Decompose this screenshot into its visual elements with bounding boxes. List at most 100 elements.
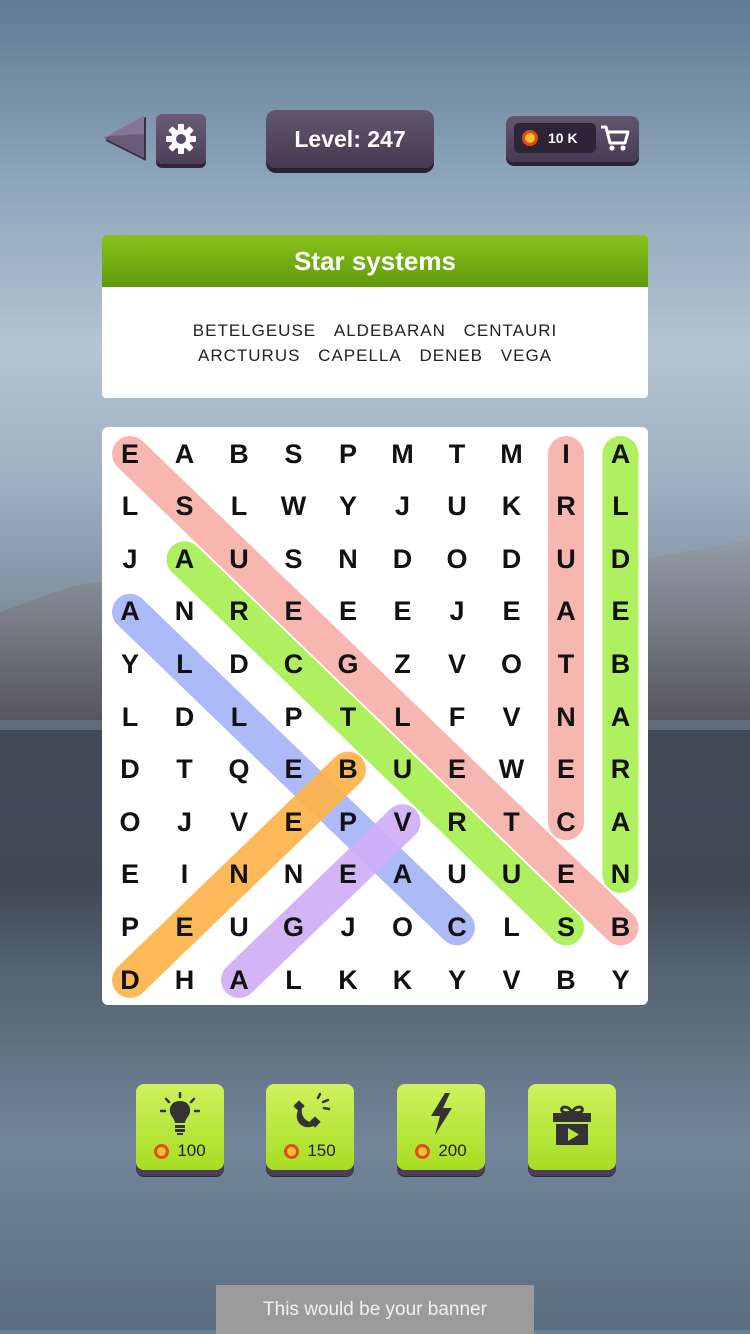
grid-cell[interactable]: E (539, 849, 593, 901)
grid-cell[interactable]: A (594, 691, 648, 743)
grid-cell[interactable]: F (430, 691, 484, 743)
grid-cell[interactable]: T (158, 744, 212, 796)
grid-cell[interactable]: S (539, 901, 593, 953)
grid-cell[interactable]: V (376, 796, 430, 848)
grid-cell[interactable]: Y (103, 638, 157, 690)
grid-cell[interactable]: J (376, 481, 430, 533)
grid-cell[interactable]: N (321, 533, 375, 585)
grid-cell[interactable]: S (267, 533, 321, 585)
grid-cell[interactable]: E (376, 586, 430, 638)
grid-cell[interactable]: Z (376, 638, 430, 690)
grid-cell[interactable]: T (539, 638, 593, 690)
grid-cell[interactable]: V (485, 954, 539, 1006)
grid-cell[interactable]: Q (212, 744, 266, 796)
grid-cell[interactable]: P (103, 901, 157, 953)
grid-cell[interactable]: Y (594, 954, 648, 1006)
grid-cell[interactable]: P (321, 428, 375, 480)
grid-cell[interactable]: B (321, 744, 375, 796)
grid-cell[interactable]: D (594, 533, 648, 585)
grid-cell[interactable]: J (430, 586, 484, 638)
grid-cell[interactable]: L (594, 481, 648, 533)
grid-cell[interactable]: B (539, 954, 593, 1006)
grid-cell[interactable]: C (267, 638, 321, 690)
grid-cell[interactable]: L (103, 481, 157, 533)
grid-cell[interactable]: H (158, 954, 212, 1006)
grid-cell[interactable]: S (158, 481, 212, 533)
grid-cell[interactable]: V (212, 796, 266, 848)
hint-button[interactable]: 100 (136, 1084, 224, 1170)
grid-cell[interactable]: A (594, 428, 648, 480)
grid-cell[interactable]: U (539, 533, 593, 585)
grid-cell[interactable]: C (539, 796, 593, 848)
grid-cell[interactable]: D (103, 744, 157, 796)
grid-cell[interactable]: R (539, 481, 593, 533)
grid-cell[interactable]: N (158, 586, 212, 638)
grid-cell[interactable]: P (267, 691, 321, 743)
grid-cell[interactable]: E (103, 428, 157, 480)
grid-cell[interactable]: M (376, 428, 430, 480)
grid-cell[interactable]: E (103, 849, 157, 901)
grid-cell[interactable]: J (321, 901, 375, 953)
grid-cell[interactable]: R (430, 796, 484, 848)
grid-cell[interactable]: A (594, 796, 648, 848)
grid-cell[interactable]: U (485, 849, 539, 901)
grid-cell[interactable]: N (267, 849, 321, 901)
letter-grid[interactable]: EABSPMTMIALSLWYJUKRLJAUSNDODUDANREEEJEAE… (102, 427, 648, 1005)
grid-cell[interactable]: J (158, 796, 212, 848)
grid-cell[interactable]: W (267, 481, 321, 533)
grid-cell[interactable]: O (103, 796, 157, 848)
grid-cell[interactable]: L (212, 481, 266, 533)
grid-cell[interactable]: G (321, 638, 375, 690)
grid-cell[interactable]: R (594, 744, 648, 796)
grid-cell[interactable]: E (594, 586, 648, 638)
grid-cell[interactable]: N (212, 849, 266, 901)
grid-cell[interactable]: I (539, 428, 593, 480)
grid-cell[interactable]: W (485, 744, 539, 796)
grid-cell[interactable]: O (376, 901, 430, 953)
grid-cell[interactable]: K (376, 954, 430, 1006)
coins-counter[interactable]: 10 K (506, 116, 639, 162)
grid-cell[interactable]: S (267, 428, 321, 480)
grid-cell[interactable]: B (594, 901, 648, 953)
grid-cell[interactable]: P (321, 796, 375, 848)
grid-cell[interactable]: E (321, 586, 375, 638)
grid-cell[interactable]: L (158, 638, 212, 690)
grid-cell[interactable]: O (485, 638, 539, 690)
gift-video-button[interactable] (528, 1084, 616, 1170)
grid-cell[interactable]: K (485, 481, 539, 533)
grid-cell[interactable]: Y (430, 954, 484, 1006)
grid-cell[interactable]: J (103, 533, 157, 585)
grid-cell[interactable]: B (212, 428, 266, 480)
grid-cell[interactable]: D (158, 691, 212, 743)
grid-cell[interactable]: C (430, 901, 484, 953)
grid-cell[interactable]: U (430, 481, 484, 533)
grid-cell[interactable]: L (485, 901, 539, 953)
grid-cell[interactable]: U (212, 901, 266, 953)
grid-cell[interactable]: N (539, 691, 593, 743)
grid-cell[interactable]: T (485, 796, 539, 848)
grid-cell[interactable]: A (158, 533, 212, 585)
grid-cell[interactable]: U (376, 744, 430, 796)
grid-cell[interactable]: E (321, 849, 375, 901)
settings-button[interactable] (156, 114, 206, 164)
cart-icon[interactable] (599, 123, 631, 153)
grid-cell[interactable]: D (485, 533, 539, 585)
grid-cell[interactable]: K (321, 954, 375, 1006)
grid-cell[interactable]: L (103, 691, 157, 743)
back-button[interactable] (102, 114, 148, 164)
grid-cell[interactable]: A (376, 849, 430, 901)
grid-cell[interactable]: A (158, 428, 212, 480)
grid-cell[interactable]: B (594, 638, 648, 690)
grid-cell[interactable]: I (158, 849, 212, 901)
grid-cell[interactable]: E (485, 586, 539, 638)
grid-cell[interactable]: E (267, 586, 321, 638)
grid-cell[interactable]: E (267, 796, 321, 848)
grid-cell[interactable]: V (430, 638, 484, 690)
grid-cell[interactable]: D (376, 533, 430, 585)
grid-cell[interactable]: E (158, 901, 212, 953)
grid-cell[interactable]: U (430, 849, 484, 901)
grid-cell[interactable]: E (539, 744, 593, 796)
magnet-button[interactable]: 150 (266, 1084, 354, 1170)
grid-cell[interactable]: T (430, 428, 484, 480)
grid-cell[interactable]: L (212, 691, 266, 743)
